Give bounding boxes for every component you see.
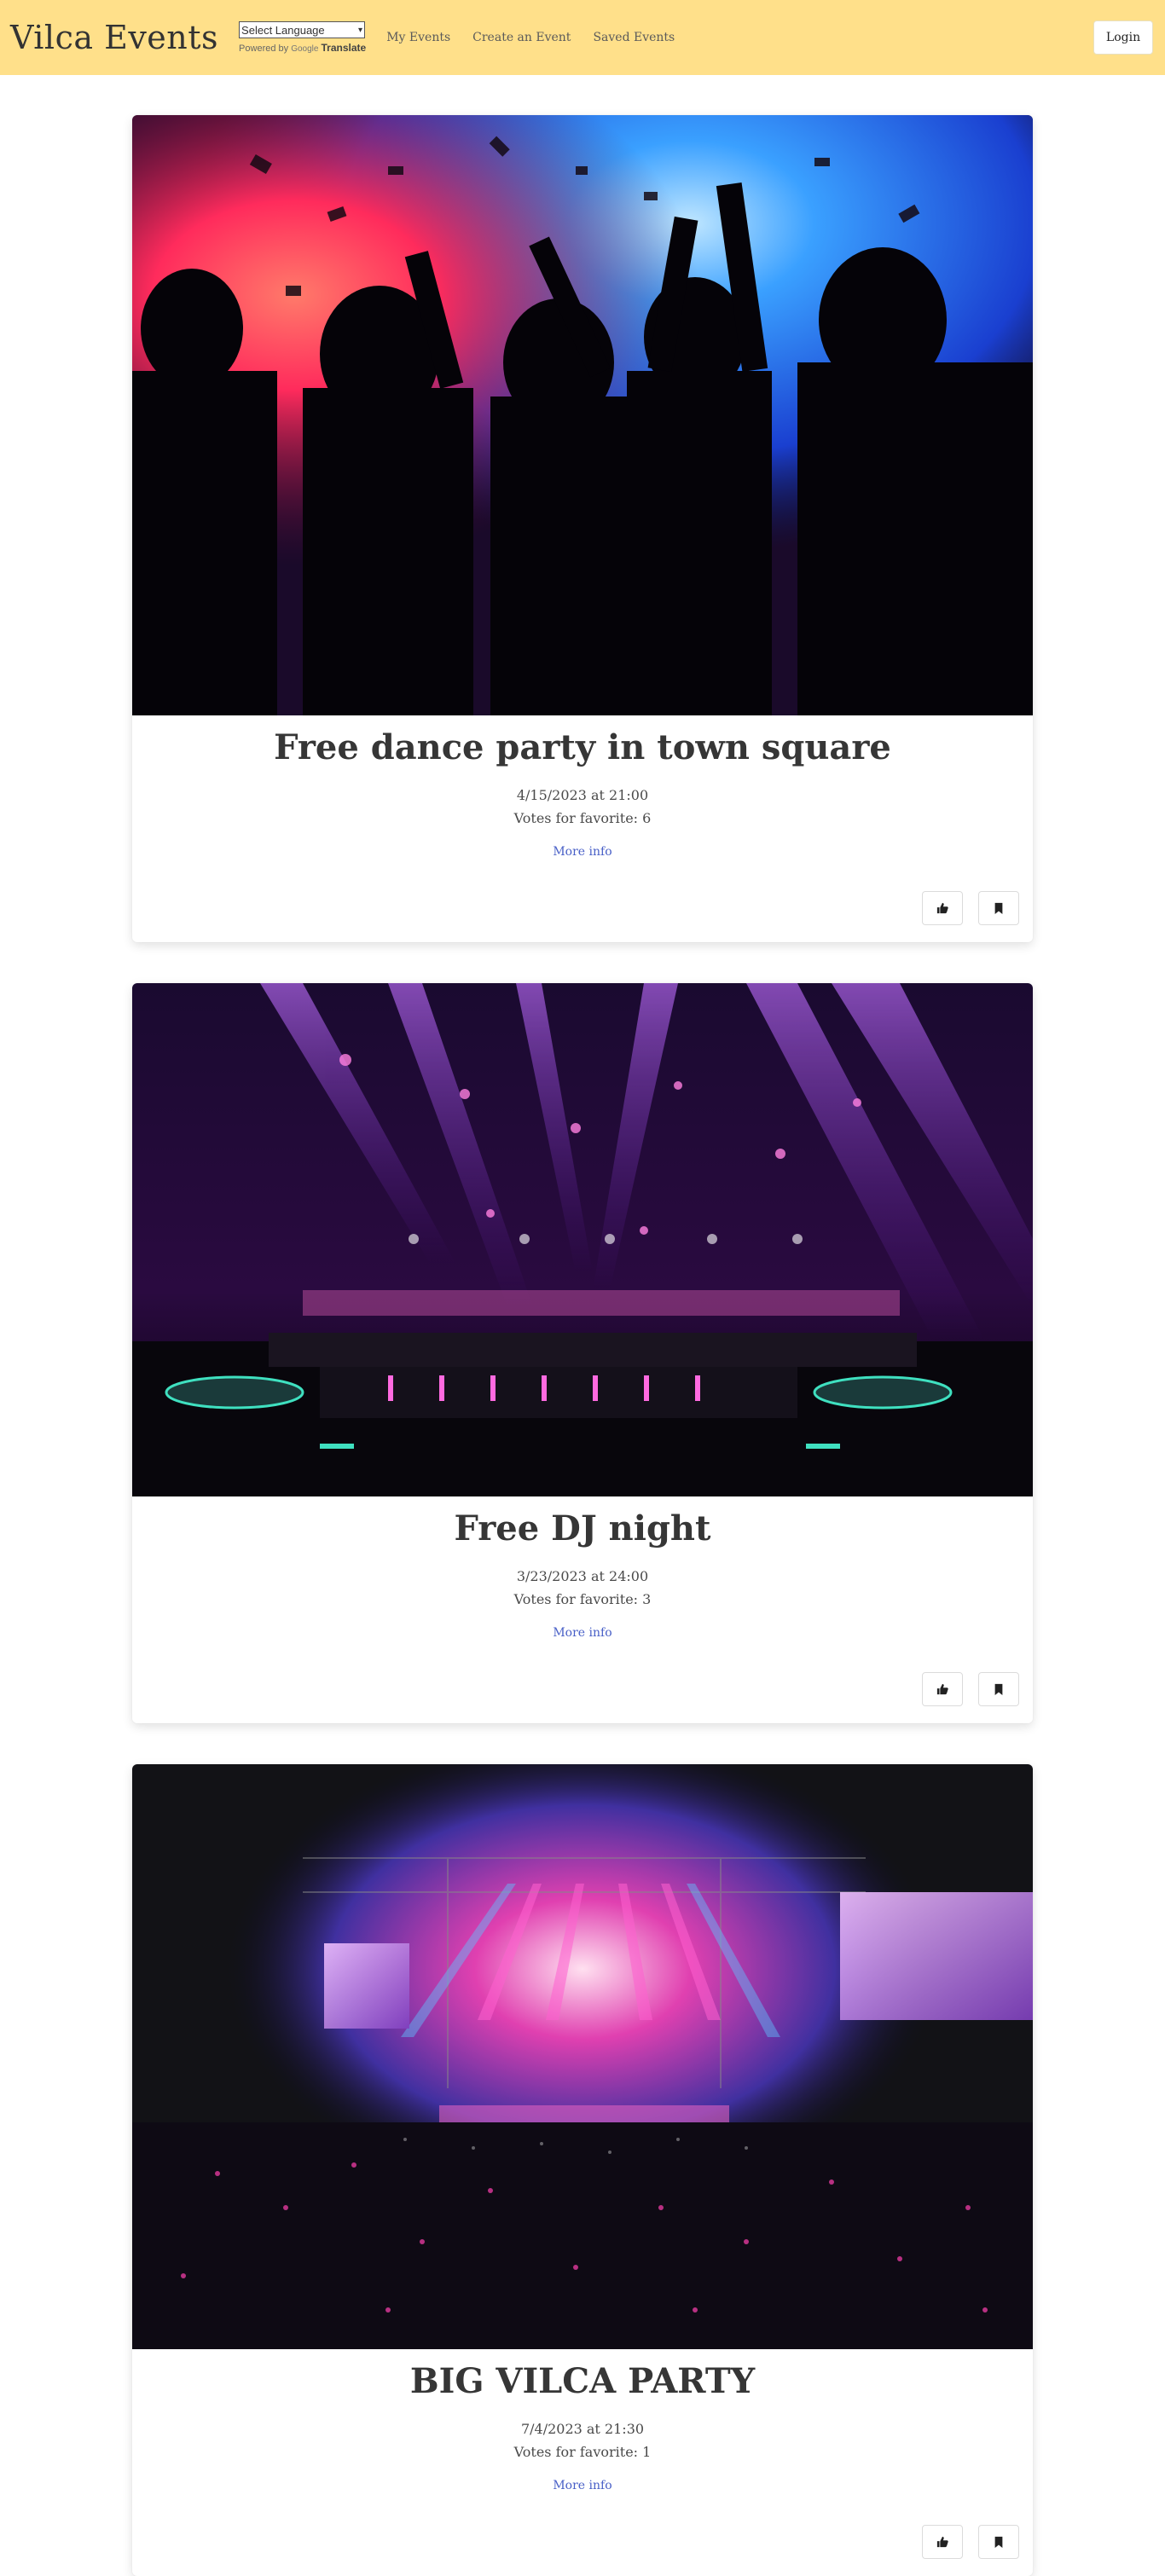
event-card: BIG VILCA PARTY 7/4/2023 at 21:30 Votes … bbox=[132, 1764, 1033, 2576]
navbar: Vilca Events Select Language ▾ Powered b… bbox=[0, 0, 1165, 75]
bookmark-icon bbox=[994, 902, 1003, 914]
event-actions bbox=[922, 891, 1019, 925]
event-votes: Votes for favorite: 3 bbox=[513, 1591, 652, 1607]
nav-saved-events[interactable]: Saved Events bbox=[593, 31, 675, 44]
language-select[interactable]: Select Language ▾ bbox=[239, 21, 366, 38]
nav-create-event[interactable]: Create an Event bbox=[472, 31, 571, 44]
nav-my-events[interactable]: My Events bbox=[386, 31, 450, 44]
event-title: BIG VILCA PARTY bbox=[409, 2361, 756, 2401]
save-button[interactable] bbox=[978, 2525, 1019, 2559]
powered-by-text: Powered by bbox=[239, 43, 289, 54]
event-title: Free dance party in town square bbox=[274, 727, 891, 767]
save-button[interactable] bbox=[978, 1672, 1019, 1706]
more-info-link[interactable]: More info bbox=[553, 2479, 611, 2492]
google-translate-widget: Select Language ▾ Powered by Google Tran… bbox=[239, 21, 366, 54]
bookmark-icon bbox=[994, 2536, 1003, 2548]
thumbs-up-icon bbox=[936, 1683, 948, 1695]
like-button[interactable] bbox=[922, 1672, 963, 1706]
event-votes: Votes for favorite: 1 bbox=[513, 2444, 652, 2460]
powered-by-google: Powered by Google Translate bbox=[239, 42, 366, 54]
more-info-link[interactable]: More info bbox=[553, 1626, 611, 1640]
event-votes: Votes for favorite: 6 bbox=[513, 810, 652, 826]
event-card-body: Free DJ night 3/23/2023 at 24:00 Votes f… bbox=[132, 1496, 1033, 1723]
event-actions bbox=[922, 2525, 1019, 2559]
chevron-down-icon: ▾ bbox=[358, 25, 363, 35]
dance-party-photo[interactable] bbox=[132, 115, 1033, 715]
more-info-link[interactable]: More info bbox=[553, 845, 611, 859]
event-title: Free DJ night bbox=[454, 1508, 711, 1548]
dj-booth-photo[interactable] bbox=[132, 983, 1033, 1496]
event-date: 4/15/2023 at 21:00 bbox=[516, 787, 649, 803]
event-date: 3/23/2023 at 24:00 bbox=[516, 1568, 649, 1584]
save-button[interactable] bbox=[978, 891, 1019, 925]
google-logo: Google bbox=[291, 44, 319, 54]
event-card: Free DJ night 3/23/2023 at 24:00 Votes f… bbox=[132, 983, 1033, 1723]
event-card-body: BIG VILCA PARTY 7/4/2023 at 21:30 Votes … bbox=[132, 2349, 1033, 2576]
like-button[interactable] bbox=[922, 2525, 963, 2559]
event-actions bbox=[922, 1672, 1019, 1706]
thumbs-up-icon bbox=[936, 902, 948, 914]
login-button[interactable]: Login bbox=[1093, 20, 1153, 55]
thumbs-up-icon bbox=[936, 2536, 948, 2548]
event-card: Free dance party in town square 4/15/202… bbox=[132, 115, 1033, 942]
translate-link[interactable]: Translate bbox=[322, 42, 367, 54]
nav-links: My Events Create an Event Saved Events bbox=[386, 31, 675, 44]
event-card-body: Free dance party in town square 4/15/202… bbox=[132, 715, 1033, 942]
like-button[interactable] bbox=[922, 891, 963, 925]
concert-arena-photo[interactable] bbox=[132, 1764, 1033, 2349]
event-date: 7/4/2023 at 21:30 bbox=[520, 2421, 645, 2437]
bookmark-icon bbox=[994, 1683, 1003, 1695]
brand-logo[interactable]: Vilca Events bbox=[10, 19, 218, 56]
event-list: Free dance party in town square 4/15/202… bbox=[0, 75, 1165, 2576]
language-select-label: Select Language bbox=[241, 23, 325, 37]
